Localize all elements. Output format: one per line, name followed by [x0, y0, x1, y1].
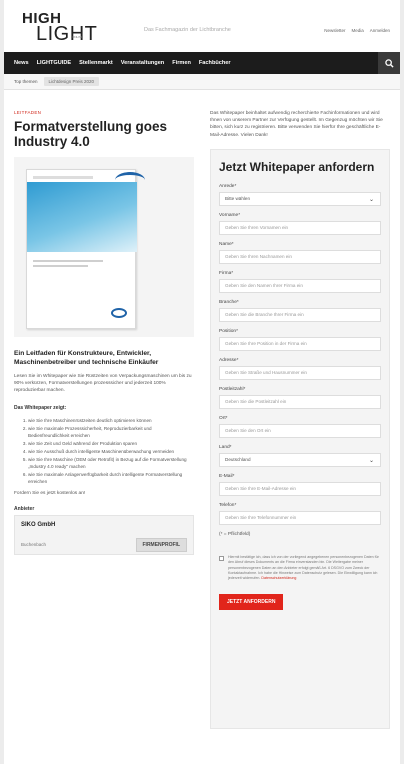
nav-item-companies[interactable]: Firmen: [172, 60, 191, 66]
first-name-input[interactable]: Geben Sie Ihren Vornamen ein: [219, 220, 381, 235]
field-label: Vorname*: [219, 212, 241, 218]
email-input[interactable]: Geben Sie Ihre E-Mail-Adresse ein: [219, 481, 381, 496]
position-input[interactable]: Geben Sie Ihre Position in der Firma ein: [219, 336, 381, 351]
form-column: Das Whitepaper beinhaltet aufwendig rech…: [210, 110, 390, 729]
nav-item-news[interactable]: News: [14, 60, 29, 66]
required-note: (* = Pflichtfeld): [219, 531, 251, 537]
masthead: HIGH LIGHT ONLINE Das Fachmagazin der Li…: [4, 0, 400, 52]
request-form: Jetzt Whitepaper anfordern Anrede* Bitte…: [210, 148, 390, 729]
cover-caption-line: [33, 265, 88, 267]
list-item: wie Sie Ihre Maschinenrüstzeiten deutlic…: [28, 417, 194, 424]
company-city: Buchenbach: [21, 541, 47, 547]
chevron-down-icon: ⌄: [368, 457, 374, 464]
cover-header-line: [33, 176, 93, 179]
company-input[interactable]: Geben Sie den Namen Ihrer Firma ein: [219, 278, 381, 293]
field-label: Adresse*: [219, 357, 239, 363]
last-name-input[interactable]: Geben Sie Ihren Nachnamen ein: [219, 249, 381, 264]
form-intro: Das Whitepaper beinhaltet aufwendig rech…: [210, 111, 383, 138]
field-label: Land*: [219, 444, 232, 450]
field-postcode: Postleitzahl* Geben Sie die Postleitzahl…: [219, 387, 381, 409]
consent-body: Hiermit bestätige ich, dass ich von der …: [228, 554, 379, 581]
field-industry: Branche* Geben Sie die Branche Ihrer Fir…: [219, 300, 381, 322]
company-name: SIKO GmbH: [21, 521, 56, 528]
topics-label: Top themen: [14, 79, 38, 84]
city-input[interactable]: Geben Sie den Ort ein: [219, 423, 381, 438]
privacy-link[interactable]: Datenschutzerklärung: [261, 576, 296, 580]
cover-caption-line: [33, 260, 103, 262]
field-label: Postleitzahl*: [219, 386, 246, 392]
login-link[interactable]: Anmelden: [370, 28, 390, 33]
search-icon: [384, 58, 394, 68]
nav-item-lightguide[interactable]: LIGHTGUIDE: [37, 60, 72, 66]
country-select[interactable]: Deutschland ⌄: [219, 452, 381, 467]
field-label: E-Mail*: [219, 473, 235, 479]
topics-bar: Top themen Lichtdesign Preis 2020: [4, 74, 400, 90]
nav-item-jobs[interactable]: Stellenmarkt: [79, 60, 113, 66]
list-item: wie Sie Ausschuß durch intelligente Masc…: [28, 448, 194, 455]
field-position: Position* Geben Sie Ihre Position in der…: [219, 329, 381, 351]
cover-page: [26, 169, 145, 329]
field-country: Land* Deutschland ⌄: [219, 445, 381, 467]
top-links: Newsletter Media Anmelden: [324, 28, 390, 33]
nav-item-events[interactable]: Veranstaltungen: [121, 60, 165, 66]
field-value: Bitte wählen: [225, 196, 251, 202]
consent-checkbox[interactable]: [219, 555, 224, 561]
siko-logo-icon: [111, 308, 127, 318]
article-column: LEITFADEN Formatverstellung goes Industr…: [14, 110, 194, 555]
site-logo[interactable]: HIGH LIGHT ONLINE: [22, 10, 97, 45]
cover-image-band: [27, 182, 137, 252]
media-link[interactable]: Media: [351, 28, 363, 33]
field-value: Deutschland: [225, 457, 251, 463]
field-phone: Telefon* Geben Sie Ihre Telefonnummer ei…: [219, 503, 381, 525]
provider-label: Anbieter: [14, 505, 35, 512]
topic-chip[interactable]: Lichtdesign Preis 2020: [43, 77, 100, 86]
logo-bottom: LIGHT: [36, 23, 98, 45]
field-label: Telefon*: [219, 502, 237, 508]
tagline: Das Fachmagazin der Lichtbranche: [144, 27, 231, 33]
field-label: Branche*: [219, 299, 239, 305]
nav-item-books[interactable]: Fachbücher: [199, 60, 231, 66]
logo-sub: ONLINE: [72, 35, 84, 39]
postcode-input[interactable]: Geben Sie die Postleitzahl ein: [219, 394, 381, 409]
main-nav: News LIGHTGUIDE Stellenmarkt Veranstaltu…: [4, 52, 400, 74]
cta-text: Fordern Sie es jetzt kostenlos an!: [14, 490, 86, 496]
field-email: E-Mail* Geben Sie Ihre E-Mail-Adresse ei…: [219, 474, 381, 496]
list-item: wie Sie maximale Anlagenverfügbarkeit du…: [28, 471, 194, 485]
article-subtitle: Ein Leitfaden für Konstrukteure, Entwick…: [14, 350, 159, 366]
article-lead: Lesen Sie im Whitepaper wie Sie Rüstzeit…: [14, 374, 192, 394]
list-item: wie Sie maximale Prozesssicherheit, Repr…: [28, 425, 194, 439]
field-label: Firma*: [219, 270, 234, 276]
field-salutation: Anrede* Bitte wählen ⌄: [219, 184, 381, 206]
list-item: wie Sie Ihre Maschine (OEM oder Retrofit…: [28, 456, 194, 470]
points-heading: Das Whitepaper zeigt:: [14, 404, 67, 411]
field-last-name: Name* Geben Sie Ihren Nachnamen ein: [219, 242, 381, 264]
list-item: wie Sie Zeit und Geld während der Produk…: [28, 440, 194, 447]
field-label: Ort*: [219, 415, 228, 421]
field-address: Adresse* Geben Sie Straße und Hausnummer…: [219, 358, 381, 380]
whitepaper-cover-image: [14, 157, 194, 337]
salutation-select[interactable]: Bitte wählen ⌄: [219, 191, 381, 206]
page: HIGH LIGHT ONLINE Das Fachmagazin der Li…: [4, 0, 400, 764]
field-label: Name*: [219, 241, 234, 247]
consent-block: Hiermit bestätige ich, dass ich von der …: [219, 555, 381, 582]
company-card: SIKO GmbH Buchenbach FIRMENPROFIL: [14, 514, 194, 555]
search-button[interactable]: [378, 52, 400, 74]
company-profile-button[interactable]: FIRMENPROFIL: [135, 537, 187, 552]
submit-button[interactable]: JETZT ANFORDERN: [219, 593, 284, 610]
field-company: Firma* Geben Sie den Namen Ihrer Firma e…: [219, 271, 381, 293]
field-label: Position*: [219, 328, 238, 334]
article-kicker: LEITFADEN: [14, 110, 42, 115]
consent-text: Hiermit bestätige ich, dass ich von der …: [228, 555, 381, 582]
address-input[interactable]: Geben Sie Straße und Hausnummer ein: [219, 365, 381, 380]
field-first-name: Vorname* Geben Sie Ihren Vornamen ein: [219, 213, 381, 235]
chevron-down-icon: ⌄: [368, 196, 374, 203]
form-title: Jetzt Whitepaper anfordern: [219, 159, 375, 174]
newsletter-link[interactable]: Newsletter: [324, 28, 345, 33]
field-label: Anrede*: [219, 183, 237, 189]
points-list: wie Sie Ihre Maschinenrüstzeiten deutlic…: [14, 417, 194, 485]
article-title: Formatverstellung goes Industry 4.0: [14, 119, 168, 149]
phone-input[interactable]: Geben Sie Ihre Telefonnummer ein: [219, 510, 381, 525]
industry-input[interactable]: Geben Sie die Branche Ihrer Firma ein: [219, 307, 381, 322]
field-city: Ort* Geben Sie den Ort ein: [219, 416, 381, 438]
